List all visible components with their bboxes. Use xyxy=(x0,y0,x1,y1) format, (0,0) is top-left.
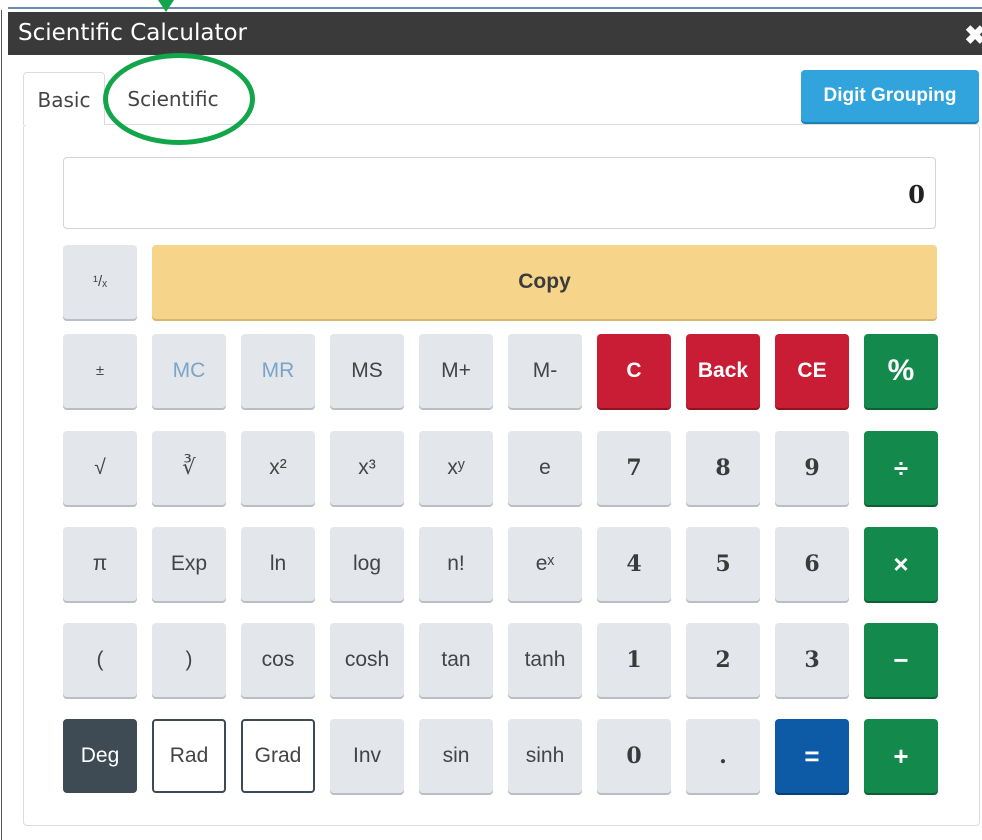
euler-button[interactable]: e xyxy=(508,431,582,505)
subtract-button[interactable]: − xyxy=(864,623,938,697)
memory-add-button[interactable]: M+ xyxy=(419,334,493,408)
calculator-display: 0 xyxy=(63,157,936,229)
memory-recall-button[interactable]: MR xyxy=(241,334,315,408)
multiply-button[interactable]: × xyxy=(864,527,938,601)
add-button[interactable]: + xyxy=(864,719,938,793)
digit-2-button[interactable]: 2 xyxy=(686,623,760,697)
digit-0-button[interactable]: 0 xyxy=(597,719,671,793)
top-border-line xyxy=(0,7,982,9)
square-button[interactable]: x² xyxy=(241,431,315,505)
digit-8-button[interactable]: 8 xyxy=(686,431,760,505)
factorial-button[interactable]: n! xyxy=(419,527,493,601)
equals-button[interactable]: = xyxy=(775,719,849,793)
digit-4-button[interactable]: 4 xyxy=(597,527,671,601)
deg-mode-button[interactable]: Deg xyxy=(63,719,137,793)
digit-3-button[interactable]: 3 xyxy=(775,623,849,697)
tab-scientific[interactable]: Scientific xyxy=(113,72,233,124)
digit-grouping-button[interactable]: Digit Grouping xyxy=(801,70,979,122)
tan-button[interactable]: tan xyxy=(419,623,493,697)
percent-button[interactable]: % xyxy=(864,334,938,408)
backspace-button[interactable]: Back xyxy=(686,334,760,408)
cosh-button[interactable]: cosh xyxy=(330,623,404,697)
digit-5-button[interactable]: 5 xyxy=(686,527,760,601)
reciprocal-button[interactable]: ¹/ₓ xyxy=(63,245,137,319)
sqrt-button[interactable]: √ xyxy=(63,431,137,505)
memory-subtract-button[interactable]: M- xyxy=(508,334,582,408)
ln-button[interactable]: ln xyxy=(241,527,315,601)
cube-button[interactable]: x³ xyxy=(330,431,404,505)
exp-button[interactable]: Exp xyxy=(152,527,226,601)
digit-9-button[interactable]: 9 xyxy=(775,431,849,505)
cube-root-button[interactable]: ∛ xyxy=(152,431,226,505)
grad-mode-button[interactable]: Grad xyxy=(241,719,315,793)
digit-7-button[interactable]: 7 xyxy=(597,431,671,505)
clear-button[interactable]: C xyxy=(597,334,671,408)
tab-basic[interactable]: Basic xyxy=(23,72,105,125)
power-button[interactable]: xʸ xyxy=(419,431,493,505)
title-bar: Scientific Calculator ✖ xyxy=(8,12,982,55)
close-icon[interactable]: ✖ xyxy=(964,20,982,51)
close-paren-button[interactable]: ) xyxy=(152,623,226,697)
e-power-x-button[interactable]: eˣ xyxy=(508,527,582,601)
copy-button[interactable]: Copy xyxy=(152,245,937,319)
open-paren-button[interactable]: ( xyxy=(63,623,137,697)
inverse-button[interactable]: Inv xyxy=(330,719,404,793)
window-title: Scientific Calculator xyxy=(18,20,248,46)
sin-button[interactable]: sin xyxy=(419,719,493,793)
cos-button[interactable]: cos xyxy=(241,623,315,697)
sinh-button[interactable]: sinh xyxy=(508,719,582,793)
decimal-point-button[interactable]: . xyxy=(686,719,760,793)
digit-1-button[interactable]: 1 xyxy=(597,623,671,697)
memory-clear-button[interactable]: MC xyxy=(152,334,226,408)
rad-mode-button[interactable]: Rad xyxy=(152,719,226,793)
divide-button[interactable]: ÷ xyxy=(864,431,938,505)
memory-store-button[interactable]: MS xyxy=(330,334,404,408)
left-border xyxy=(0,0,8,840)
plus-minus-button[interactable]: ± xyxy=(63,334,137,408)
log-button[interactable]: log xyxy=(330,527,404,601)
digit-6-button[interactable]: 6 xyxy=(775,527,849,601)
tanh-button[interactable]: tanh xyxy=(508,623,582,697)
pi-button[interactable]: π xyxy=(63,527,137,601)
clear-entry-button[interactable]: CE xyxy=(775,334,849,408)
top-strip xyxy=(0,0,982,12)
